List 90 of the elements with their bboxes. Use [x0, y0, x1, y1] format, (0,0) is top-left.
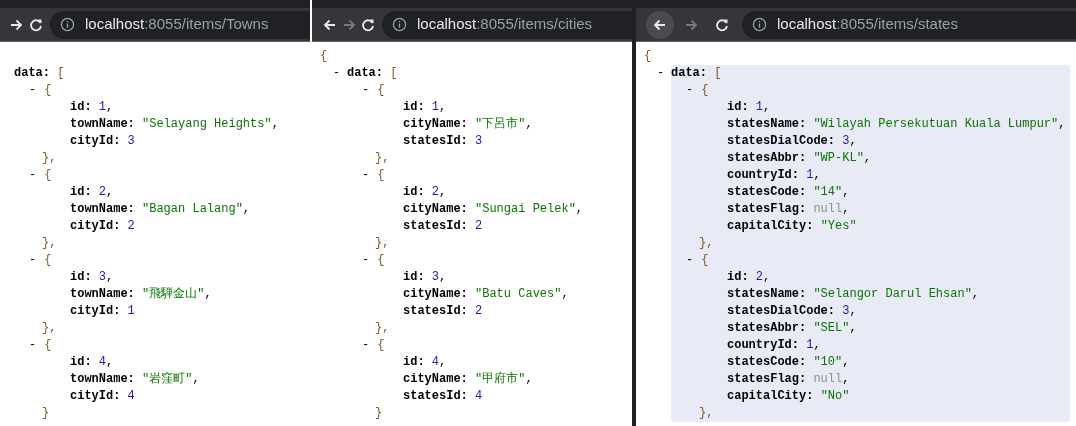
collapse-toggle[interactable]: - — [333, 65, 341, 82]
json-line: cityId: 2 — [70, 219, 135, 233]
json-line: townName: "Bagan Lalang", — [70, 202, 251, 216]
json-brace: { — [377, 252, 385, 269]
json-line: data: [ — [347, 66, 398, 80]
collapse-toggle[interactable]: - — [657, 65, 665, 82]
json-line: townName: "飛騨金山", — [70, 287, 212, 301]
info-icon[interactable] — [752, 17, 767, 32]
json-line: id: 2, — [727, 270, 771, 284]
json-line: countryId: 1, — [727, 338, 821, 352]
json-line: cityId: 3 — [70, 134, 135, 148]
collapse-toggle[interactable]: - — [362, 82, 370, 99]
json-brace: }, — [42, 236, 57, 250]
json-line: statesDialCode: 3, — [727, 304, 857, 318]
json-line: id: 1, — [727, 100, 771, 114]
json-line: cityName: "Sungai Pelek", — [403, 202, 584, 216]
reload-icon — [360, 16, 376, 33]
json-brace: { — [320, 49, 328, 63]
json-brace: { — [44, 337, 52, 354]
json-brace: { — [377, 337, 385, 354]
json-line: statesId: 4 — [403, 389, 483, 403]
json-brace: }, — [375, 321, 390, 335]
json-line: cityName: "甲府市", — [403, 372, 533, 386]
collapse-toggle[interactable]: - — [362, 167, 370, 184]
collapse-toggle[interactable]: - — [29, 252, 37, 269]
collapse-toggle[interactable]: - — [686, 252, 694, 269]
json-brace: }, — [42, 151, 57, 165]
json-line: cityId: 4 — [70, 389, 135, 403]
json-brace: } — [42, 406, 50, 420]
address-bar[interactable]: localhost:8055/items/Towns — [50, 10, 310, 39]
json-line: id: 4, — [403, 355, 447, 369]
json-line: id: 2, — [403, 185, 447, 199]
json-line: townName: "岩窪町", — [70, 372, 200, 386]
json-line: capitalCity: "No" — [727, 389, 850, 403]
collapse-toggle[interactable]: - — [686, 82, 694, 99]
json-line: data: [ — [671, 66, 722, 80]
json-brace: }, — [375, 236, 390, 250]
info-icon[interactable] — [60, 17, 75, 32]
collapse-toggle[interactable]: - — [362, 337, 370, 354]
json-brace: { — [44, 167, 52, 184]
json-line: statesFlag: null, — [727, 202, 850, 216]
json-brace: } — [375, 406, 383, 420]
json-brace: { — [701, 82, 709, 99]
url-text: localhost:8055/items/Towns — [85, 14, 269, 35]
json-line: id: 3, — [70, 270, 114, 284]
json-line: townName: "Selayang Heights", — [70, 117, 279, 131]
json-line: id: 4, — [70, 355, 114, 369]
json-line: cityName: "下呂市", — [403, 117, 533, 131]
json-brace: { — [701, 252, 709, 269]
json-brace: }, — [375, 151, 390, 165]
url-text: localhost:8055/items/cities — [417, 14, 593, 35]
json-line: statesCode: "14", — [727, 185, 850, 199]
json-brace: }, — [699, 236, 714, 250]
json-line: cityId: 1 — [70, 304, 135, 318]
json-line: id: 2, — [70, 185, 114, 199]
json-line: statesAbbr: "WP-KL", — [727, 151, 872, 165]
collapse-toggle[interactable]: - — [362, 252, 370, 269]
json-line: statesAbbr: "SEL", — [727, 321, 857, 335]
json-line: statesDialCode: 3, — [727, 134, 857, 148]
json-line: countryId: 1, — [727, 168, 821, 182]
info-icon[interactable] — [392, 17, 407, 32]
json-brace: { — [44, 82, 52, 99]
json-line: id: 1, — [70, 100, 114, 114]
back-button[interactable] — [646, 10, 674, 39]
json-brace: { — [644, 49, 652, 63]
json-brace: { — [377, 167, 385, 184]
json-brace: { — [377, 82, 385, 99]
address-bar[interactable]: localhost:8055/items/cities — [382, 10, 632, 39]
reload-icon — [27, 16, 44, 33]
collapse-toggle[interactable]: - — [29, 337, 37, 354]
collapse-toggle[interactable]: - — [29, 82, 37, 99]
collapse-toggle[interactable]: - — [29, 167, 37, 184]
json-line: statesCode: "10", — [727, 355, 850, 369]
json-line: data: [ — [14, 66, 65, 80]
json-brace: { — [44, 252, 52, 269]
json-brace: }, — [42, 321, 57, 335]
json-line: statesId: 2 — [403, 304, 483, 318]
json-line: capitalCity: "Yes" — [727, 219, 857, 233]
json-line: statesId: 3 — [403, 134, 483, 148]
json-line: id: 3, — [403, 270, 447, 284]
reload-icon — [714, 16, 730, 33]
address-bar[interactable]: localhost:8055/items/states — [742, 10, 1076, 39]
json-line: statesName: "Selangor Darul Ehsan", — [727, 287, 980, 301]
json-line: statesName: "Wilayah Persekutuan Kuala Lumpur", — [727, 117, 1066, 131]
json-line: id: 1, — [403, 100, 447, 114]
json-line: statesFlag: null, — [727, 372, 850, 386]
url-text: localhost:8055/items/states — [777, 14, 958, 35]
json-line: cityName: "Batu Caves", — [403, 287, 569, 301]
json-line: statesId: 2 — [403, 219, 483, 233]
json-brace: }, — [699, 406, 714, 420]
